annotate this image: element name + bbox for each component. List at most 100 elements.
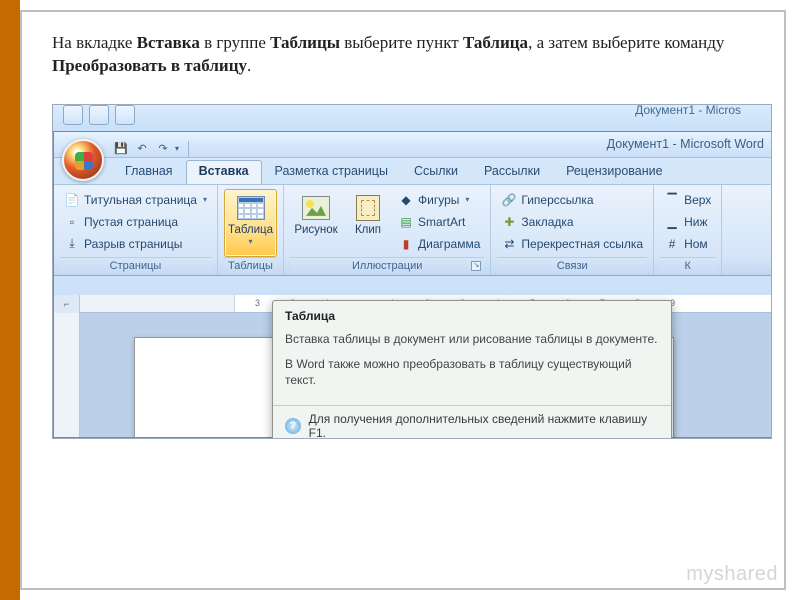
chart-button[interactable]: ▮ Диаграмма [394,233,484,255]
dialog-launcher-icon[interactable]: ↘ [471,261,481,271]
page-break-icon: ⤓ [64,236,80,252]
label: К [684,260,690,272]
qat-redo-icon[interactable]: ↷ [154,140,172,158]
label: SmartArt [418,215,465,229]
label: Гиперссылка [521,193,593,207]
t: Преобразовать в таблицу [52,56,247,75]
picture-button[interactable]: Рисунок [290,189,342,257]
tooltip-body: Вставка таблицы в документ или рисование… [273,327,671,405]
blank-page-icon: ▫ [64,214,80,230]
ruler-tick: 3 [255,298,260,308]
t: выберите пункт [340,33,463,52]
help-icon: ? [285,418,301,434]
word-window: 💾 ↶ ↷ ▾ Документ1 - Microsoft Word Главн… [53,131,772,438]
label: Таблицы [228,260,273,272]
chevron-down-icon: ▾ [248,237,252,246]
tab-references[interactable]: Ссылки [401,160,471,184]
shapes-button[interactable]: ◆ Фигуры ▾ [394,189,484,211]
footer-icon: ▁ [664,214,680,230]
qat-undo-icon[interactable]: ↶ [133,140,151,158]
qat-bg [63,105,135,125]
table-tooltip: Таблица Вставка таблицы в документ или р… [272,300,672,439]
group-label-pages: Страницы [60,257,211,275]
group-tables: Таблица ▾ Таблицы [218,185,284,275]
ruler-vertical[interactable] [54,313,80,437]
chevron-down-icon: ▾ [465,195,469,204]
group-pages: 📄 Титульная страница ▾ ▫ Пустая страница… [54,185,218,275]
page-number-button[interactable]: # Ном [660,233,712,255]
ribbon-tabs: Главная Вставка Разметка страницы Ссылки… [54,160,772,184]
window-title: Документ1 - Microsoft Word [607,137,764,151]
crossref-button[interactable]: ⇄ Перекрестная ссылка [497,233,647,255]
footer-button[interactable]: ▁ Ниж [660,211,711,233]
tab-review[interactable]: Рецензирование [553,160,676,184]
tab-mailings[interactable]: Рассылки [471,160,553,184]
label: Перекрестная ссылка [521,237,643,251]
chart-icon: ▮ [398,236,414,252]
tab-home[interactable]: Главная [112,160,186,184]
ruler-corner-icon[interactable]: ⌐ [54,295,80,313]
t: На вкладке [52,33,137,52]
office-button[interactable] [62,139,104,181]
blank-page-button[interactable]: ▫ Пустая страница [60,211,182,233]
slide: На вкладке Вставка в группе Таблицы выбе… [20,10,786,590]
chevron-down-icon: ▾ [203,195,207,204]
table-icon [235,194,267,222]
tooltip-footer: ? Для получения дополнительных сведений … [273,405,671,439]
label: Фигуры [418,193,459,207]
cover-page-icon: 📄 [64,192,80,208]
qat-bg-btn[interactable] [115,105,135,125]
group-label-ko: К [660,257,715,275]
group-label-tables: Таблицы [224,257,277,275]
clipart-button[interactable]: Клип [346,189,390,257]
tooltip-line: Вставка таблицы в документ или рисование… [285,331,659,348]
group-label-illustrations: Иллюстрации ↘ [290,257,484,275]
t: . [247,56,251,75]
bookmark-button[interactable]: ✚ Закладка [497,211,577,233]
label: Пустая страница [84,215,178,229]
header-icon: ▔ [664,192,680,208]
header-button[interactable]: ▔ Верх [660,189,715,211]
t: Таблицы [270,33,340,52]
group-headerfooter: ▔ Верх ▁ Ниж # Ном К [654,185,722,275]
qat-bg-btn[interactable] [89,105,109,125]
word-screenshot: Документ1 - Micros 💾 ↶ ↷ ▾ Документ1 - M… [52,104,772,439]
t: в группе [200,33,270,52]
qat-customize-icon[interactable]: ▾ [175,144,183,153]
hyperlink-icon: 🔗 [501,192,517,208]
tab-insert[interactable]: Вставка [186,160,262,184]
clipart-icon [352,194,384,222]
group-links: 🔗 Гиперссылка ✚ Закладка ⇄ Перекрестная … [491,185,654,275]
label: Таблица [228,224,273,237]
ribbon: 📄 Титульная страница ▾ ▫ Пустая страница… [54,184,772,276]
hyperlink-button[interactable]: 🔗 Гиперссылка [497,189,597,211]
label: Ном [684,237,708,251]
watermark-text: myshared [686,563,778,585]
smartart-icon: ▤ [398,214,414,230]
label: Разрыв страницы [84,237,182,251]
label: Диаграмма [418,237,480,251]
quick-access-toolbar: 💾 ↶ ↷ ▾ [112,140,191,158]
qat-bg-btn[interactable] [63,105,83,125]
tooltip-title: Таблица [273,301,671,327]
watermark: myshared [686,563,778,586]
label: Титульная страница [84,193,197,207]
crossref-icon: ⇄ [501,236,517,252]
qat-sep [188,141,189,157]
group-illustrations: Рисунок Клип ◆ Фигуры ▾ [284,185,491,275]
bookmark-icon: ✚ [501,214,517,230]
label: Клип [355,224,381,237]
page-break-button[interactable]: ⤓ Разрыв страницы [60,233,186,255]
qat-save-icon[interactable]: 💾 [112,140,130,158]
shapes-icon: ◆ [398,192,414,208]
label: Ниж [684,215,707,229]
label: Закладка [521,215,573,229]
table-button[interactable]: Таблица ▾ [224,189,277,257]
label: Верх [684,193,711,207]
smartart-button[interactable]: ▤ SmartArt [394,211,484,233]
t: Вставка [137,33,200,52]
tooltip-help-text: Для получения дополнительных сведений на… [309,412,659,439]
cover-page-button[interactable]: 📄 Титульная страница ▾ [60,189,211,211]
group-label-links: Связи [497,257,647,275]
tab-page-layout[interactable]: Разметка страницы [262,160,401,184]
